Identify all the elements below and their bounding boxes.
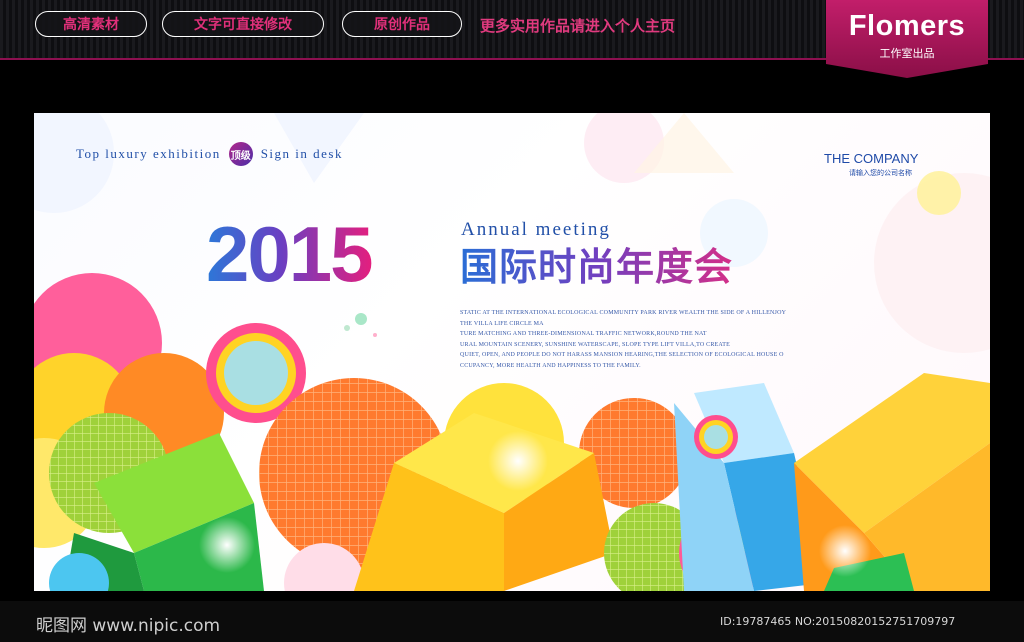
poster: Top luxury exhibition 顶级 Sign in desk TH… [34, 113, 990, 591]
top-tier-seal: 顶级 [228, 142, 253, 166]
event-year: 2015 [206, 210, 374, 298]
pill-hd-material[interactable]: 高清素材 [35, 11, 147, 37]
site-watermark[interactable]: 昵图网 www.nipic.com [36, 611, 220, 636]
pill-editable-text[interactable]: 文字可直接修改 [162, 11, 324, 37]
blurb-line: TURE MATCHING AND THREE-DIMENSIONAL TRAF… [460, 331, 707, 337]
tagline-left: Top luxury exhibition [76, 146, 221, 161]
pill-original-work[interactable]: 原创作品 [342, 11, 462, 37]
event-title-cn: 国际时尚年度会 [460, 245, 734, 289]
bg-circle [917, 171, 961, 215]
promo-text[interactable]: 更多实用作品请进入个人主页 [480, 15, 675, 36]
annual-meeting-heading: Annual meeting [461, 219, 611, 240]
tagline-right: Sign in desk [260, 146, 343, 161]
blurb-line: CCUPANCY, MORE HEALTH AND HAPPINESS TO T… [460, 362, 641, 369]
blurb-line: THE VILLA LIFE CIRCLE MA [460, 320, 544, 327]
brand-name: Flomers [848, 10, 966, 42]
image-id-text: ID:19787465 NO:20150820152751709797 [720, 615, 956, 628]
blurb-line: QUIET, OPEN, AND PEOPLE DO NOT HARASS MA… [460, 352, 784, 358]
brand-badge: Flomers 工作室出品 [826, 0, 988, 78]
description-blurb: STATIC AT THE INTERNATIONAL ECOLOGICAL C… [460, 308, 820, 371]
tagline: Top luxury exhibition 顶级 Sign in desk [76, 142, 343, 166]
watermark-footer: 昵图网 www.nipic.com ID:19787465 NO:2015082… [0, 601, 1024, 642]
sparkle [819, 525, 871, 577]
dot [344, 325, 350, 331]
dot [355, 313, 367, 325]
blurb-line: URAL MOUNTAIN SCENERY, SUNSHINE WATERSCA… [460, 341, 730, 348]
company-subtitle: 请输入您的公司名称 [849, 169, 912, 177]
top-banner: 高清素材 文字可直接修改 原创作品 更多实用作品请进入个人主页 Flomers … [0, 0, 1024, 78]
dot [373, 333, 377, 337]
ring-inner [224, 341, 288, 405]
blurb-line: STATIC AT THE INTERNATIONAL ECOLOGICAL C… [460, 310, 787, 316]
ring2-inner [704, 425, 728, 449]
sparkle [488, 431, 548, 491]
brand-subtitle: 工作室出品 [879, 47, 935, 60]
company-name: THE COMPANY [824, 151, 919, 166]
sparkle [199, 517, 255, 573]
